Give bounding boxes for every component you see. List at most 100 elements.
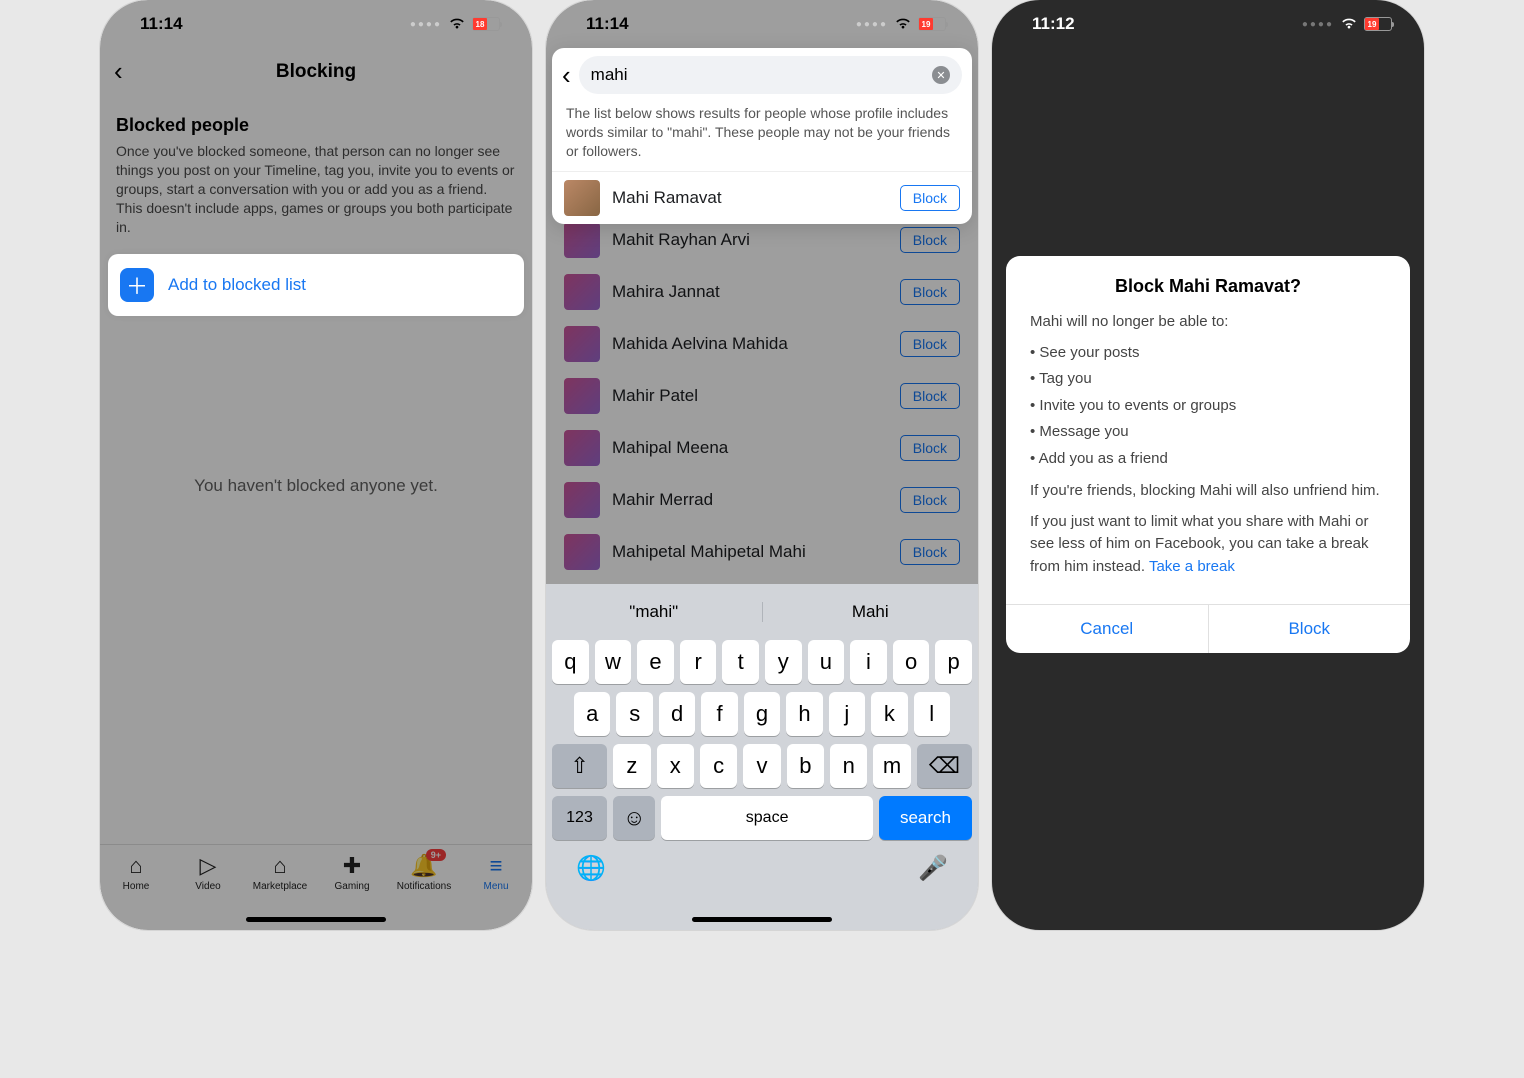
- key-x[interactable]: x: [657, 744, 694, 788]
- search-result[interactable]: Mahir PatelBlock: [552, 370, 972, 422]
- key-y[interactable]: y: [765, 640, 802, 684]
- search-result[interactable]: Mahir MerradBlock: [552, 474, 972, 526]
- globe-icon[interactable]: 🌐: [576, 854, 606, 883]
- dialog-para-unfriend: If you're friends, blocking Mahi will al…: [1030, 480, 1386, 503]
- backspace-key[interactable]: ⌫: [917, 744, 972, 788]
- block-button[interactable]: Block: [900, 279, 960, 305]
- page-title: Blocking: [100, 61, 532, 83]
- keyboard[interactable]: "mahi"Mahi qwertyuiop asdfghjkl ⇧ zxcvbn…: [546, 584, 978, 930]
- badge: 9+: [426, 849, 446, 861]
- dialog-title: Block Mahi Ramavat?: [1006, 256, 1410, 311]
- take-a-break-link[interactable]: Take a break: [1149, 558, 1235, 575]
- key-v[interactable]: v: [743, 744, 780, 788]
- key-l[interactable]: l: [914, 692, 950, 736]
- result-name: Mahipetal Mahipetal Mahi: [612, 542, 888, 562]
- tab-gaming[interactable]: ✚Gaming: [322, 853, 382, 892]
- cancel-button[interactable]: Cancel: [1006, 605, 1208, 653]
- block-button[interactable]: Block: [900, 331, 960, 357]
- status-bar: 11:14 ●●●● 19: [546, 0, 978, 48]
- section-title: Blocked people: [116, 115, 516, 136]
- status-bar: 11:14 ●●●● 18: [100, 0, 532, 48]
- key-t[interactable]: t: [722, 640, 759, 684]
- search-input[interactable]: [591, 65, 878, 85]
- key-p[interactable]: p: [935, 640, 972, 684]
- home-indicator[interactable]: [246, 917, 386, 922]
- search-popup: ‹ ✕ The list below shows results for peo…: [552, 48, 972, 224]
- key-o[interactable]: o: [893, 640, 930, 684]
- key-j[interactable]: j: [829, 692, 865, 736]
- key-s[interactable]: s: [616, 692, 652, 736]
- mic-icon[interactable]: 🎤: [918, 854, 948, 883]
- search-key[interactable]: search: [879, 796, 972, 840]
- key-e[interactable]: e: [637, 640, 674, 684]
- key-a[interactable]: a: [574, 692, 610, 736]
- key-q[interactable]: q: [552, 640, 589, 684]
- key-b[interactable]: b: [787, 744, 824, 788]
- tab-marketplace[interactable]: ⌂Marketplace: [250, 853, 310, 892]
- key-d[interactable]: d: [659, 692, 695, 736]
- result-name: Mahi Ramavat: [612, 188, 888, 208]
- wifi-icon: [448, 17, 466, 31]
- key-c[interactable]: c: [700, 744, 737, 788]
- status-bar: 11:12 ●●●● 19: [992, 0, 1424, 48]
- home-indicator[interactable]: [692, 917, 832, 922]
- video-icon: ▷: [200, 853, 217, 879]
- home-icon: ⌂: [129, 853, 142, 879]
- block-button[interactable]: Block: [1208, 605, 1411, 653]
- keyboard-suggestion[interactable]: Mahi: [762, 602, 979, 622]
- key-w[interactable]: w: [595, 640, 632, 684]
- key-z[interactable]: z: [613, 744, 650, 788]
- block-button[interactable]: Block: [900, 383, 960, 409]
- result-name: Mahit Rayhan Arvi: [612, 230, 888, 250]
- keyboard-suggestion[interactable]: "mahi": [546, 602, 762, 622]
- clear-icon[interactable]: ✕: [932, 66, 950, 84]
- bullet-item: Invite you to events or groups: [1030, 395, 1386, 418]
- key-g[interactable]: g: [744, 692, 780, 736]
- search-result[interactable]: Mahida Aelvina Mahida Block: [552, 318, 972, 370]
- key-k[interactable]: k: [871, 692, 907, 736]
- result-name: Mahira Jannat: [612, 282, 888, 302]
- key-u[interactable]: u: [808, 640, 845, 684]
- numbers-key[interactable]: 123: [552, 796, 607, 840]
- cell-dots-icon: ●●●●: [1302, 19, 1334, 30]
- block-button[interactable]: Block: [900, 435, 960, 461]
- search-result-featured[interactable]: Mahi Ramavat Block: [552, 171, 972, 224]
- block-button[interactable]: Block: [900, 539, 960, 565]
- search-result[interactable]: Mahira Jannat Block: [552, 266, 972, 318]
- tab-home[interactable]: ⌂Home: [106, 853, 166, 892]
- dialog-para-limit: If you just want to limit what you share…: [1030, 511, 1386, 579]
- key-n[interactable]: n: [830, 744, 867, 788]
- battery-icon: 18: [472, 17, 500, 31]
- wifi-icon: [894, 17, 912, 31]
- block-button[interactable]: Block: [900, 185, 960, 211]
- add-to-blocked-button[interactable]: ＋ Add to blocked list: [108, 254, 524, 316]
- suggestion-bar: "mahi"Mahi: [546, 592, 978, 632]
- key-h[interactable]: h: [786, 692, 822, 736]
- key-r[interactable]: r: [680, 640, 717, 684]
- search-input-wrapper[interactable]: ✕: [579, 56, 962, 94]
- block-button[interactable]: Block: [900, 487, 960, 513]
- avatar: [564, 482, 600, 518]
- tab-menu[interactable]: ≡Menu: [466, 853, 526, 892]
- avatar: [564, 222, 600, 258]
- menu-icon: ≡: [490, 853, 503, 879]
- wifi-icon: [1340, 17, 1358, 31]
- battery-icon: 19: [918, 17, 946, 31]
- clock: 11:14: [586, 14, 629, 34]
- emoji-key[interactable]: ☺: [613, 796, 655, 840]
- tab-video[interactable]: ▷Video: [178, 853, 238, 892]
- key-i[interactable]: i: [850, 640, 887, 684]
- key-f[interactable]: f: [701, 692, 737, 736]
- back-icon[interactable]: ‹: [562, 60, 571, 91]
- block-button[interactable]: Block: [900, 227, 960, 253]
- search-result[interactable]: Mahipetal Mahipetal Mahi Block: [552, 526, 972, 578]
- search-result[interactable]: Mahipal MeenaBlock: [552, 422, 972, 474]
- key-m[interactable]: m: [873, 744, 910, 788]
- bullet-item: Tag you: [1030, 368, 1386, 391]
- result-name: Mahida Aelvina Mahida: [612, 334, 888, 354]
- space-key[interactable]: space: [661, 796, 873, 840]
- blocked-people-section: Blocked people Once you've blocked someo…: [100, 103, 532, 248]
- tab-notifications[interactable]: 🔔Notifications9+: [394, 853, 454, 892]
- add-label: Add to blocked list: [168, 275, 306, 295]
- shift-key[interactable]: ⇧: [552, 744, 607, 788]
